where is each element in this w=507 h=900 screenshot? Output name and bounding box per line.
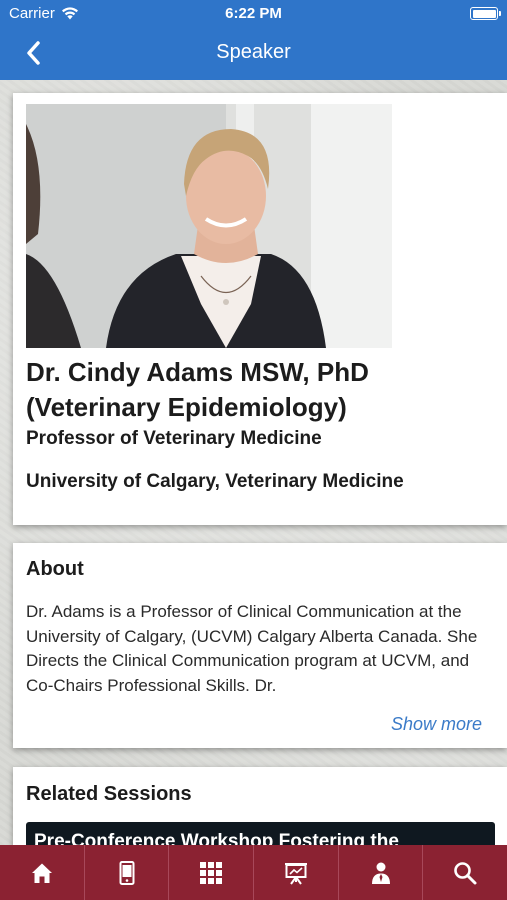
- tab-grid[interactable]: [169, 845, 255, 900]
- speaker-portrait-image: [26, 104, 392, 348]
- status-time: 6:22 PM: [225, 5, 282, 22]
- status-bar: Carrier 6:22 PM: [0, 0, 507, 28]
- app-header: Carrier 6:22 PM Speaker: [0, 0, 507, 80]
- navigation-bar: Speaker: [0, 30, 507, 76]
- tab-home[interactable]: [0, 845, 85, 900]
- speaker-person-icon: [371, 862, 390, 884]
- about-heading: About: [26, 558, 84, 580]
- page-title: Speaker: [216, 41, 291, 63]
- speaker-job-title: Professor of Veterinary Medicine: [26, 428, 322, 449]
- tab-mobile[interactable]: [85, 845, 170, 900]
- mobile-device-icon: [119, 860, 134, 885]
- related-sessions-card: Related Sessions Pre-Conference Workshop…: [13, 767, 507, 862]
- speaker-name: Dr. Cindy Adams MSW, PhD (Veterinary Epi…: [26, 357, 369, 422]
- speaker-photo: [26, 104, 392, 348]
- bottom-tab-bar: [0, 845, 507, 900]
- tab-speakers[interactable]: [339, 845, 424, 900]
- tab-search[interactable]: [423, 845, 507, 900]
- grid-icon: [200, 861, 223, 884]
- about-text: Dr. Adams is a Professor of Clinical Com…: [26, 602, 478, 695]
- search-icon: [454, 861, 477, 884]
- battery-icon: [470, 7, 501, 20]
- tab-presentations[interactable]: [254, 845, 339, 900]
- show-more-link[interactable]: Show more: [391, 714, 482, 735]
- about-card: About Dr. Adams is a Professor of Clinic…: [13, 543, 507, 748]
- related-sessions-heading: Related Sessions: [26, 783, 192, 805]
- presentation-board-icon: [284, 862, 307, 885]
- home-icon: [31, 863, 52, 883]
- speaker-organization: University of Calgary, Veterinary Medici…: [26, 471, 404, 492]
- speaker-card: Dr. Cindy Adams MSW, PhD (Veterinary Epi…: [13, 93, 507, 525]
